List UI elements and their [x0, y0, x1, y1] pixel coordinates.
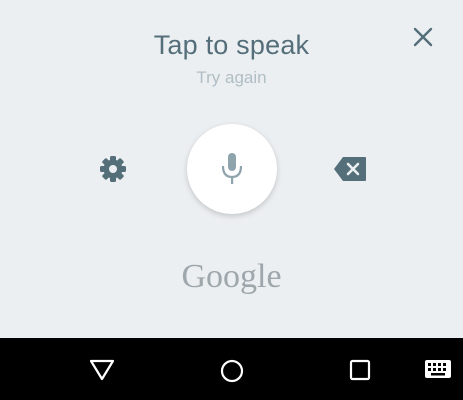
microphone-icon [221, 153, 243, 184]
keyboard-icon[interactable] [425, 360, 451, 383]
gear-icon[interactable] [98, 154, 128, 184]
voice-input-panel: Tap to speak Try again Google [0, 0, 463, 338]
home-icon[interactable] [219, 358, 245, 389]
back-icon[interactable] [88, 358, 116, 387]
backspace-icon[interactable] [333, 156, 367, 182]
prompt-subtitle[interactable]: Try again [0, 68, 463, 88]
recents-icon[interactable] [349, 359, 371, 386]
prompt-title: Tap to speak [153, 30, 310, 60]
google-logo: Google [181, 258, 282, 295]
close-icon[interactable] [410, 24, 436, 50]
mic-button[interactable] [187, 124, 277, 214]
navigation-bar [0, 338, 463, 400]
